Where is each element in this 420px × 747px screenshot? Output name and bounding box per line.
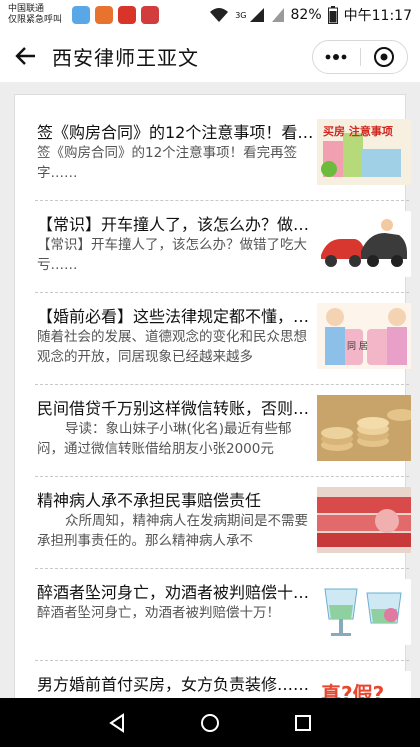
article-item[interactable]: 民间借贷千万别这样微信转账，否则借钱要不回 导读：象山妹子小琳(化名)最近有些郁… — [35, 385, 411, 477]
article-item[interactable]: 签《购房合同》的12个注意事项！看完再签字…… 签《购房合同》的12个注意事项！… — [35, 109, 411, 201]
emergency-only: 仅限紧急呼叫 — [8, 15, 63, 25]
system-navigation-bar — [0, 698, 420, 747]
network-type-label: 3G — [235, 10, 247, 20]
article-summary: 众所周知，精神病人在发病期间是不需要承担刑事责任的。那么精神病人承不 — [37, 513, 308, 549]
system-recents-button[interactable] — [283, 703, 323, 743]
thumbnail-caption: 同 居 — [347, 341, 368, 352]
article-thumbnail — [317, 487, 411, 553]
carrier-info: 中国联通 仅限紧急呼叫 — [8, 4, 68, 26]
app-notification-icon — [72, 6, 90, 24]
article-summary: 【常识】开车撞人了，该怎么办？做错了吃大亏…… — [37, 237, 307, 273]
battery-icon — [327, 6, 338, 24]
system-home-button[interactable] — [190, 703, 230, 743]
navigation-bar: 西安律师王亚文 — [0, 30, 420, 82]
article-thumbnail — [317, 211, 411, 277]
thumbnail-caption: 买房 注意事项 — [323, 124, 393, 138]
article-item[interactable]: 男方婚前首付买房，女方负责装修…… 真?假? — [35, 661, 411, 698]
page-title: 西安律师王亚文 — [52, 45, 199, 70]
article-title: 男方婚前首付买房，女方负责装修…… — [37, 675, 310, 694]
signal-icon — [249, 8, 264, 22]
article-item[interactable]: 【常识】开车撞人了，该怎么办？做错了吃大亏…… 【常识】开车撞人了，该怎么办？做… — [35, 201, 411, 293]
article-thumbnail — [317, 579, 411, 645]
article-item[interactable]: 【婚前必看】这些法律规定都不懂，还结什么婚！ 随着社会的发展、道德观念的变化和民… — [35, 293, 411, 385]
carrier-name: 中国联通 — [8, 4, 45, 14]
article-summary: 签《购房合同》的12个注意事项！看完再签字…… — [37, 145, 298, 181]
article-title: 精神病人承不承担民事赔偿责任 — [37, 491, 262, 510]
notification-icons — [72, 6, 159, 24]
article-item[interactable]: 精神病人承不承担民事赔偿责任 众所周知，精神病人在发病期间是不需要承担刑事责任的… — [35, 477, 411, 569]
status-right: 3G 82% 中午11:17 — [209, 5, 412, 25]
system-back-button[interactable] — [97, 703, 137, 743]
circle-home-icon — [200, 713, 219, 732]
article-title: 醉酒者坠河身亡，劝酒者被判赔偿十万！ — [37, 583, 315, 602]
signal-icon — [271, 8, 284, 22]
square-recents-icon — [295, 714, 312, 731]
thumbnail-caption: 真?假? — [321, 682, 384, 698]
article-list-container: 签《购房合同》的12个注意事项！看完再签字…… 签《购房合同》的12个注意事项！… — [0, 82, 420, 698]
close-button[interactable] — [360, 41, 407, 73]
app-notification-icon — [118, 6, 136, 24]
article-thumbnail: 真?假? — [317, 671, 411, 698]
back-arrow-icon — [15, 47, 35, 65]
article-thumbnail: 买房 注意事项 — [317, 119, 411, 185]
article-title: 民间借贷千万别这样微信转账，否则借钱要不回 — [37, 399, 315, 418]
more-dots-icon — [325, 54, 347, 60]
miniprogram-capsule — [312, 40, 408, 74]
article-list-card: 签《购房合同》的12个注意事项！看完再签字…… 签《购房合同》的12个注意事项！… — [14, 94, 411, 698]
article-title: 签《购房合同》的12个注意事项！看完再签字…… — [37, 123, 315, 142]
triangle-back-icon — [108, 712, 124, 733]
article-thumbnail: 同 居 — [317, 303, 411, 369]
article-title: 【常识】开车撞人了，该怎么办？做错了吃大亏…… — [37, 215, 315, 234]
more-button[interactable] — [313, 41, 360, 73]
app-notification-icon — [141, 6, 159, 24]
back-button[interactable] — [6, 30, 46, 82]
article-thumbnail — [317, 395, 411, 461]
article-summary: 醉酒者坠河身亡，劝酒者被判赔偿十万！ — [37, 605, 280, 621]
wifi-icon — [210, 8, 229, 22]
close-target-icon — [373, 47, 394, 67]
article-summary: 导读：象山妹子小琳(化名)最近有些郁闷，通过微信转账借给朋友小张2000元 — [37, 421, 292, 457]
battery-level: 82% — [290, 7, 322, 23]
article-item[interactable]: 醉酒者坠河身亡，劝酒者被判赔偿十万！ 醉酒者坠河身亡，劝酒者被判赔偿十万！ — [35, 569, 411, 661]
status-bar: 中国联通 仅限紧急呼叫 3G 82% 中午11:17 — [0, 0, 420, 30]
clock: 中午11:17 — [343, 8, 412, 24]
article-summary: 随着社会的发展、道德观念的变化和民众思想观念的开放，同居现象已经越来越多 — [37, 329, 307, 365]
app-notification-icon — [95, 6, 113, 24]
article-title: 【婚前必看】这些法律规定都不懂，还结什么婚！ — [37, 307, 315, 326]
